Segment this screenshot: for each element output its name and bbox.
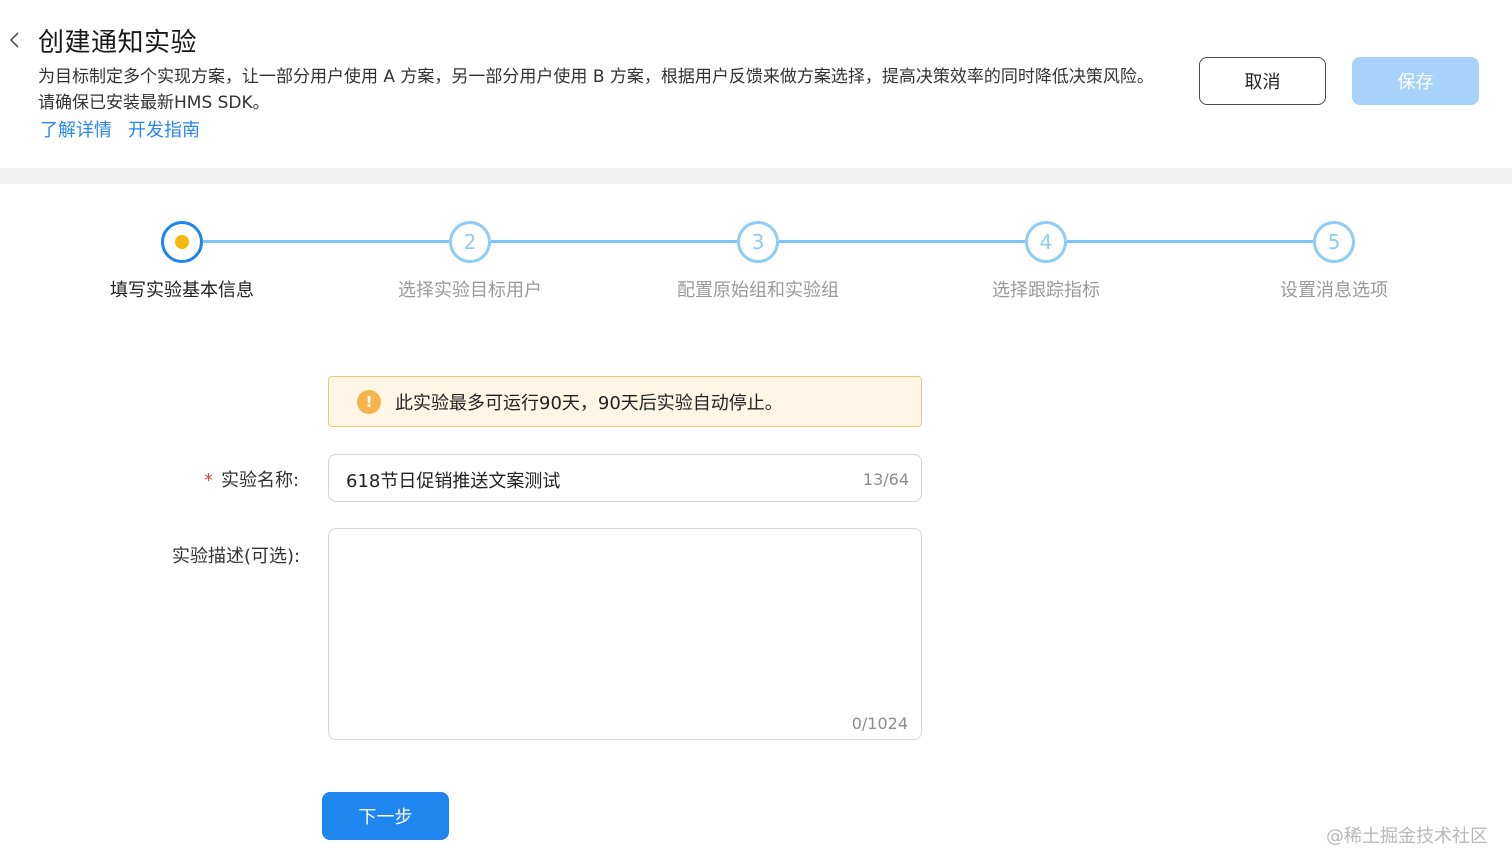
step-3-label: 配置原始组和实验组 [677, 280, 839, 301]
next-step-button[interactable]: 下一步 [322, 792, 449, 840]
back-button[interactable] [4, 28, 24, 52]
step-connector [203, 240, 449, 243]
page-description: 为目标制定多个实现方案，让一部分用户使用 A 方案，另一部分用户使用 B 方案，… [38, 67, 1154, 113]
experiment-name-label: * 实验名称: [204, 470, 300, 491]
cancel-button[interactable]: 取消 [1199, 57, 1326, 105]
name-char-counter: 13/64 [862, 470, 909, 489]
step-5-label: 设置消息选项 [1280, 280, 1388, 301]
current-step-dot-icon [175, 235, 189, 249]
learn-more-link[interactable]: 了解详情 [40, 116, 112, 142]
step-progress: 2 3 4 5 填写实验基本信息 选择实验目标用户 配置原始组和实验组 选择跟踪… [0, 184, 1512, 324]
section-divider [0, 168, 1512, 184]
step-3-indicator: 3 [737, 221, 779, 263]
step-2-indicator: 2 [449, 221, 491, 263]
experiment-name-value: 618节日促销推送文案测试 [346, 471, 561, 492]
dev-guide-link[interactable]: 开发指南 [128, 116, 200, 142]
step-connector [779, 240, 1025, 243]
step-1-indicator [161, 221, 203, 263]
chevron-left-icon [9, 32, 19, 48]
step-1-label: 填写实验基本信息 [110, 280, 254, 301]
step-4-label: 选择跟踪指标 [992, 280, 1100, 301]
watermark: @稀土掘金技术社区 [1326, 826, 1488, 847]
required-mark: * [204, 470, 213, 491]
page-header: 创建通知实验 为目标制定多个实现方案，让一部分用户使用 A 方案，另一部分用户使… [0, 0, 1512, 168]
duration-warning-alert: ! 此实验最多可运行90天，90天后实验自动停止。 [328, 376, 922, 427]
step-5-indicator: 5 [1313, 221, 1355, 263]
experiment-description-label: 实验描述(可选): [172, 546, 301, 567]
step-connector [1067, 240, 1313, 243]
alert-text: 此实验最多可运行90天，90天后实验自动停止。 [395, 392, 783, 414]
save-button[interactable]: 保存 [1352, 57, 1479, 105]
warning-icon: ! [357, 389, 381, 414]
step-4-indicator: 4 [1025, 221, 1067, 263]
page-title: 创建通知实验 [38, 28, 198, 58]
step-connector [491, 240, 737, 243]
experiment-description-textarea[interactable]: 0/1024 [328, 528, 922, 740]
description-char-counter: 0/1024 [851, 714, 908, 733]
header-links: 了解详情 开发指南 [40, 116, 200, 142]
step-2-label: 选择实验目标用户 [398, 280, 542, 301]
experiment-name-input[interactable]: 618节日促销推送文案测试 13/64 [328, 454, 922, 502]
